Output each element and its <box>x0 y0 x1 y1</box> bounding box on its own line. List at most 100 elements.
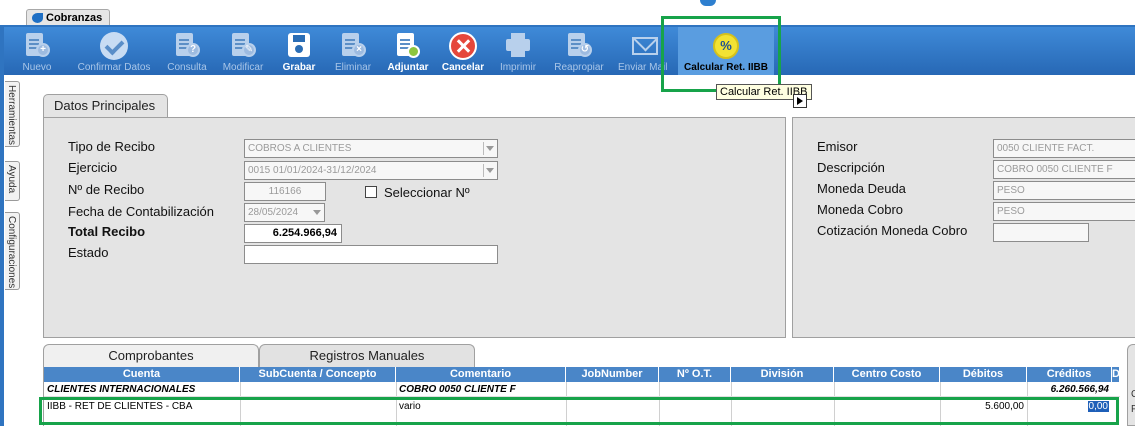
moneda-cobro-field[interactable]: PESO <box>993 202 1135 221</box>
cancelar-button[interactable]: Cancelar <box>438 27 488 75</box>
moneda-deuda-value: PESO <box>997 185 1025 196</box>
col-header-debitos[interactable]: Débitos <box>940 367 1027 382</box>
cell-cuenta[interactable]: IIBB - RET DE CLIENTES - CBA <box>44 400 240 414</box>
printer-icon <box>504 32 532 60</box>
cell-nro-ot[interactable] <box>659 383 731 396</box>
consulta-label: Consulta <box>167 62 207 73</box>
estado-field[interactable] <box>244 245 498 264</box>
cell-subcuenta[interactable] <box>240 383 396 396</box>
tab-comprobantes[interactable]: Comprobantes <box>43 344 259 368</box>
cell-creditos[interactable]: 0,00 <box>1027 400 1112 414</box>
registros-manuales-grid: Cuenta SubCuenta / Concepto Comentario J… <box>43 367 1120 426</box>
cell-cuenta[interactable]: CLIENTES INTERNACIONALES <box>44 383 240 396</box>
reapropiar-button[interactable]: ↺ Reapropiar <box>548 27 610 75</box>
col-header-cuenta[interactable]: Cuenta <box>44 367 240 382</box>
tipo-recibo-select[interactable]: COBROS A CLIENTES <box>244 139 498 158</box>
cell-nro-ot[interactable] <box>659 400 731 414</box>
ejercicio-label: Ejercicio <box>68 160 118 175</box>
imprimir-label: Imprimir <box>499 62 537 73</box>
confirmar-datos-label: Confirmar Datos <box>77 62 151 73</box>
enviar-mail-label: Enviar Mail <box>618 62 668 73</box>
col-header-subcuenta[interactable]: SubCuenta / Concepto <box>240 367 396 382</box>
descripcion-field[interactable]: COBRO 0050 CLIENTE F <box>993 160 1135 179</box>
left-accent-bar <box>0 26 4 426</box>
estado-label: Estado <box>68 245 109 260</box>
seleccionar-nro-checkbox[interactable] <box>365 186 377 198</box>
query-document-icon: ? <box>173 32 201 60</box>
save-icon <box>285 32 313 60</box>
side-tab-configuraciones-label: Configuraciones <box>6 216 17 289</box>
main-toolbar: + Nuevo Confirmar Datos ? Consulta ✎ Mod… <box>4 27 1135 75</box>
edit-document-icon: ✎ <box>229 32 257 60</box>
cell-centro-costo[interactable] <box>834 383 940 396</box>
side-tab-configuraciones[interactable]: Configuraciones <box>5 212 20 290</box>
cell-subcuenta[interactable] <box>240 400 396 414</box>
nro-recibo-field[interactable]: 116166 <box>244 182 326 201</box>
right-stub-letter-c: C <box>1131 389 1135 400</box>
delete-document-icon: × <box>339 32 367 60</box>
consulta-button[interactable]: ? Consulta <box>161 27 213 75</box>
col-header-d[interactable]: D <box>1112 367 1120 382</box>
datos-principales-title: Datos Principales <box>54 98 156 113</box>
total-recibo-field[interactable]: 6.254.966,94 <box>244 224 342 243</box>
tipo-recibo-label: Tipo de Recibo <box>68 139 155 154</box>
col-header-nro-ot[interactable]: Nº O.T. <box>659 367 731 382</box>
eliminar-button[interactable]: × Eliminar <box>328 27 378 75</box>
moneda-deuda-field[interactable]: PESO <box>993 181 1135 200</box>
cell-creditos-selected-value[interactable]: 0,00 <box>1087 401 1109 412</box>
chevron-down-icon <box>486 168 494 173</box>
side-tab-herramientas[interactable]: Herramientas <box>5 81 20 147</box>
col-header-creditos[interactable]: Créditos <box>1027 367 1112 382</box>
total-recibo-value: 6.254.966,94 <box>272 227 337 239</box>
tab-datos-principales[interactable]: Datos Principales <box>43 94 168 118</box>
cotizacion-field[interactable] <box>993 223 1089 242</box>
emisor-value: 0050 CLIENTE FACT. <box>997 143 1095 154</box>
confirmar-datos-button[interactable]: Confirmar Datos <box>70 27 158 75</box>
enviar-mail-button[interactable]: Enviar Mail <box>614 27 676 75</box>
new-document-icon: + <box>23 32 51 60</box>
imprimir-button[interactable]: Imprimir <box>492 27 544 75</box>
cell-comentario[interactable]: COBRO 0050 CLIENTE F <box>396 383 566 396</box>
nuevo-button[interactable]: + Nuevo <box>8 27 66 75</box>
cell-jobnumber[interactable] <box>566 383 659 396</box>
cell-centro-costo[interactable] <box>834 400 940 414</box>
seleccionar-nro-label: Seleccionar Nº <box>384 185 470 200</box>
tab-registros-manuales[interactable]: Registros Manuales <box>259 344 475 368</box>
emisor-field[interactable]: 0050 CLIENTE FACT. <box>993 139 1135 158</box>
mail-icon <box>631 32 659 60</box>
top-indicator-icon <box>700 0 716 6</box>
cell-division[interactable] <box>731 383 834 396</box>
modificar-button[interactable]: ✎ Modificar <box>216 27 270 75</box>
tab-registros-manuales-label: Registros Manuales <box>309 348 425 363</box>
fecha-contabilizacion-value: 28/05/2024 <box>248 207 299 218</box>
cell-comentario[interactable]: vario <box>396 400 566 414</box>
col-header-centro-costo[interactable]: Centro Costo <box>834 367 940 382</box>
reapropiar-label: Reapropiar <box>554 62 604 73</box>
fecha-contabilizacion-label: Fecha de Contabilización <box>68 204 214 219</box>
calendar-dropdown-icon <box>313 210 321 215</box>
fecha-contabilizacion-field[interactable]: 28/05/2024 <box>244 203 325 222</box>
ejercicio-value: 0015 01/01/2024-31/12/2024 <box>248 165 377 176</box>
cell-jobnumber[interactable] <box>566 400 659 414</box>
ejercicio-select[interactable]: 0015 01/01/2024-31/12/2024 <box>244 161 498 180</box>
col-header-jobnumber[interactable]: JobNumber <box>566 367 659 382</box>
tab-cobranzas[interactable]: Cobranzas <box>26 9 110 26</box>
calcular-ret-iibb-button[interactable]: % Calcular Ret. IIBB <box>678 27 774 75</box>
cell-debitos[interactable] <box>940 383 1027 396</box>
cell-debitos[interactable]: 5.600,00 <box>940 400 1027 414</box>
col-header-comentario[interactable]: Comentario <box>396 367 566 382</box>
modificar-label: Modificar <box>222 62 264 73</box>
adjuntar-button[interactable]: Adjuntar <box>382 27 434 75</box>
cell-creditos[interactable]: 6.260.566,94 <box>1027 383 1112 396</box>
cell-division[interactable] <box>731 400 834 414</box>
reassign-document-icon: ↺ <box>565 32 593 60</box>
grabar-button[interactable]: Grabar <box>274 27 324 75</box>
moneda-cobro-label: Moneda Cobro <box>817 202 903 217</box>
side-tab-ayuda[interactable]: Ayuda <box>5 161 20 201</box>
table-row[interactable]: CLIENTES INTERNACIONALES COBRO 0050 CLIE… <box>44 383 1120 397</box>
table-row[interactable]: IIBB - RET DE CLIENTES - CBA vario 5.600… <box>44 400 1120 414</box>
col-header-division[interactable]: División <box>731 367 834 382</box>
cancel-icon <box>449 32 477 60</box>
tipo-recibo-separator <box>483 142 484 155</box>
nro-recibo-label: Nº de Recibo <box>68 182 145 197</box>
